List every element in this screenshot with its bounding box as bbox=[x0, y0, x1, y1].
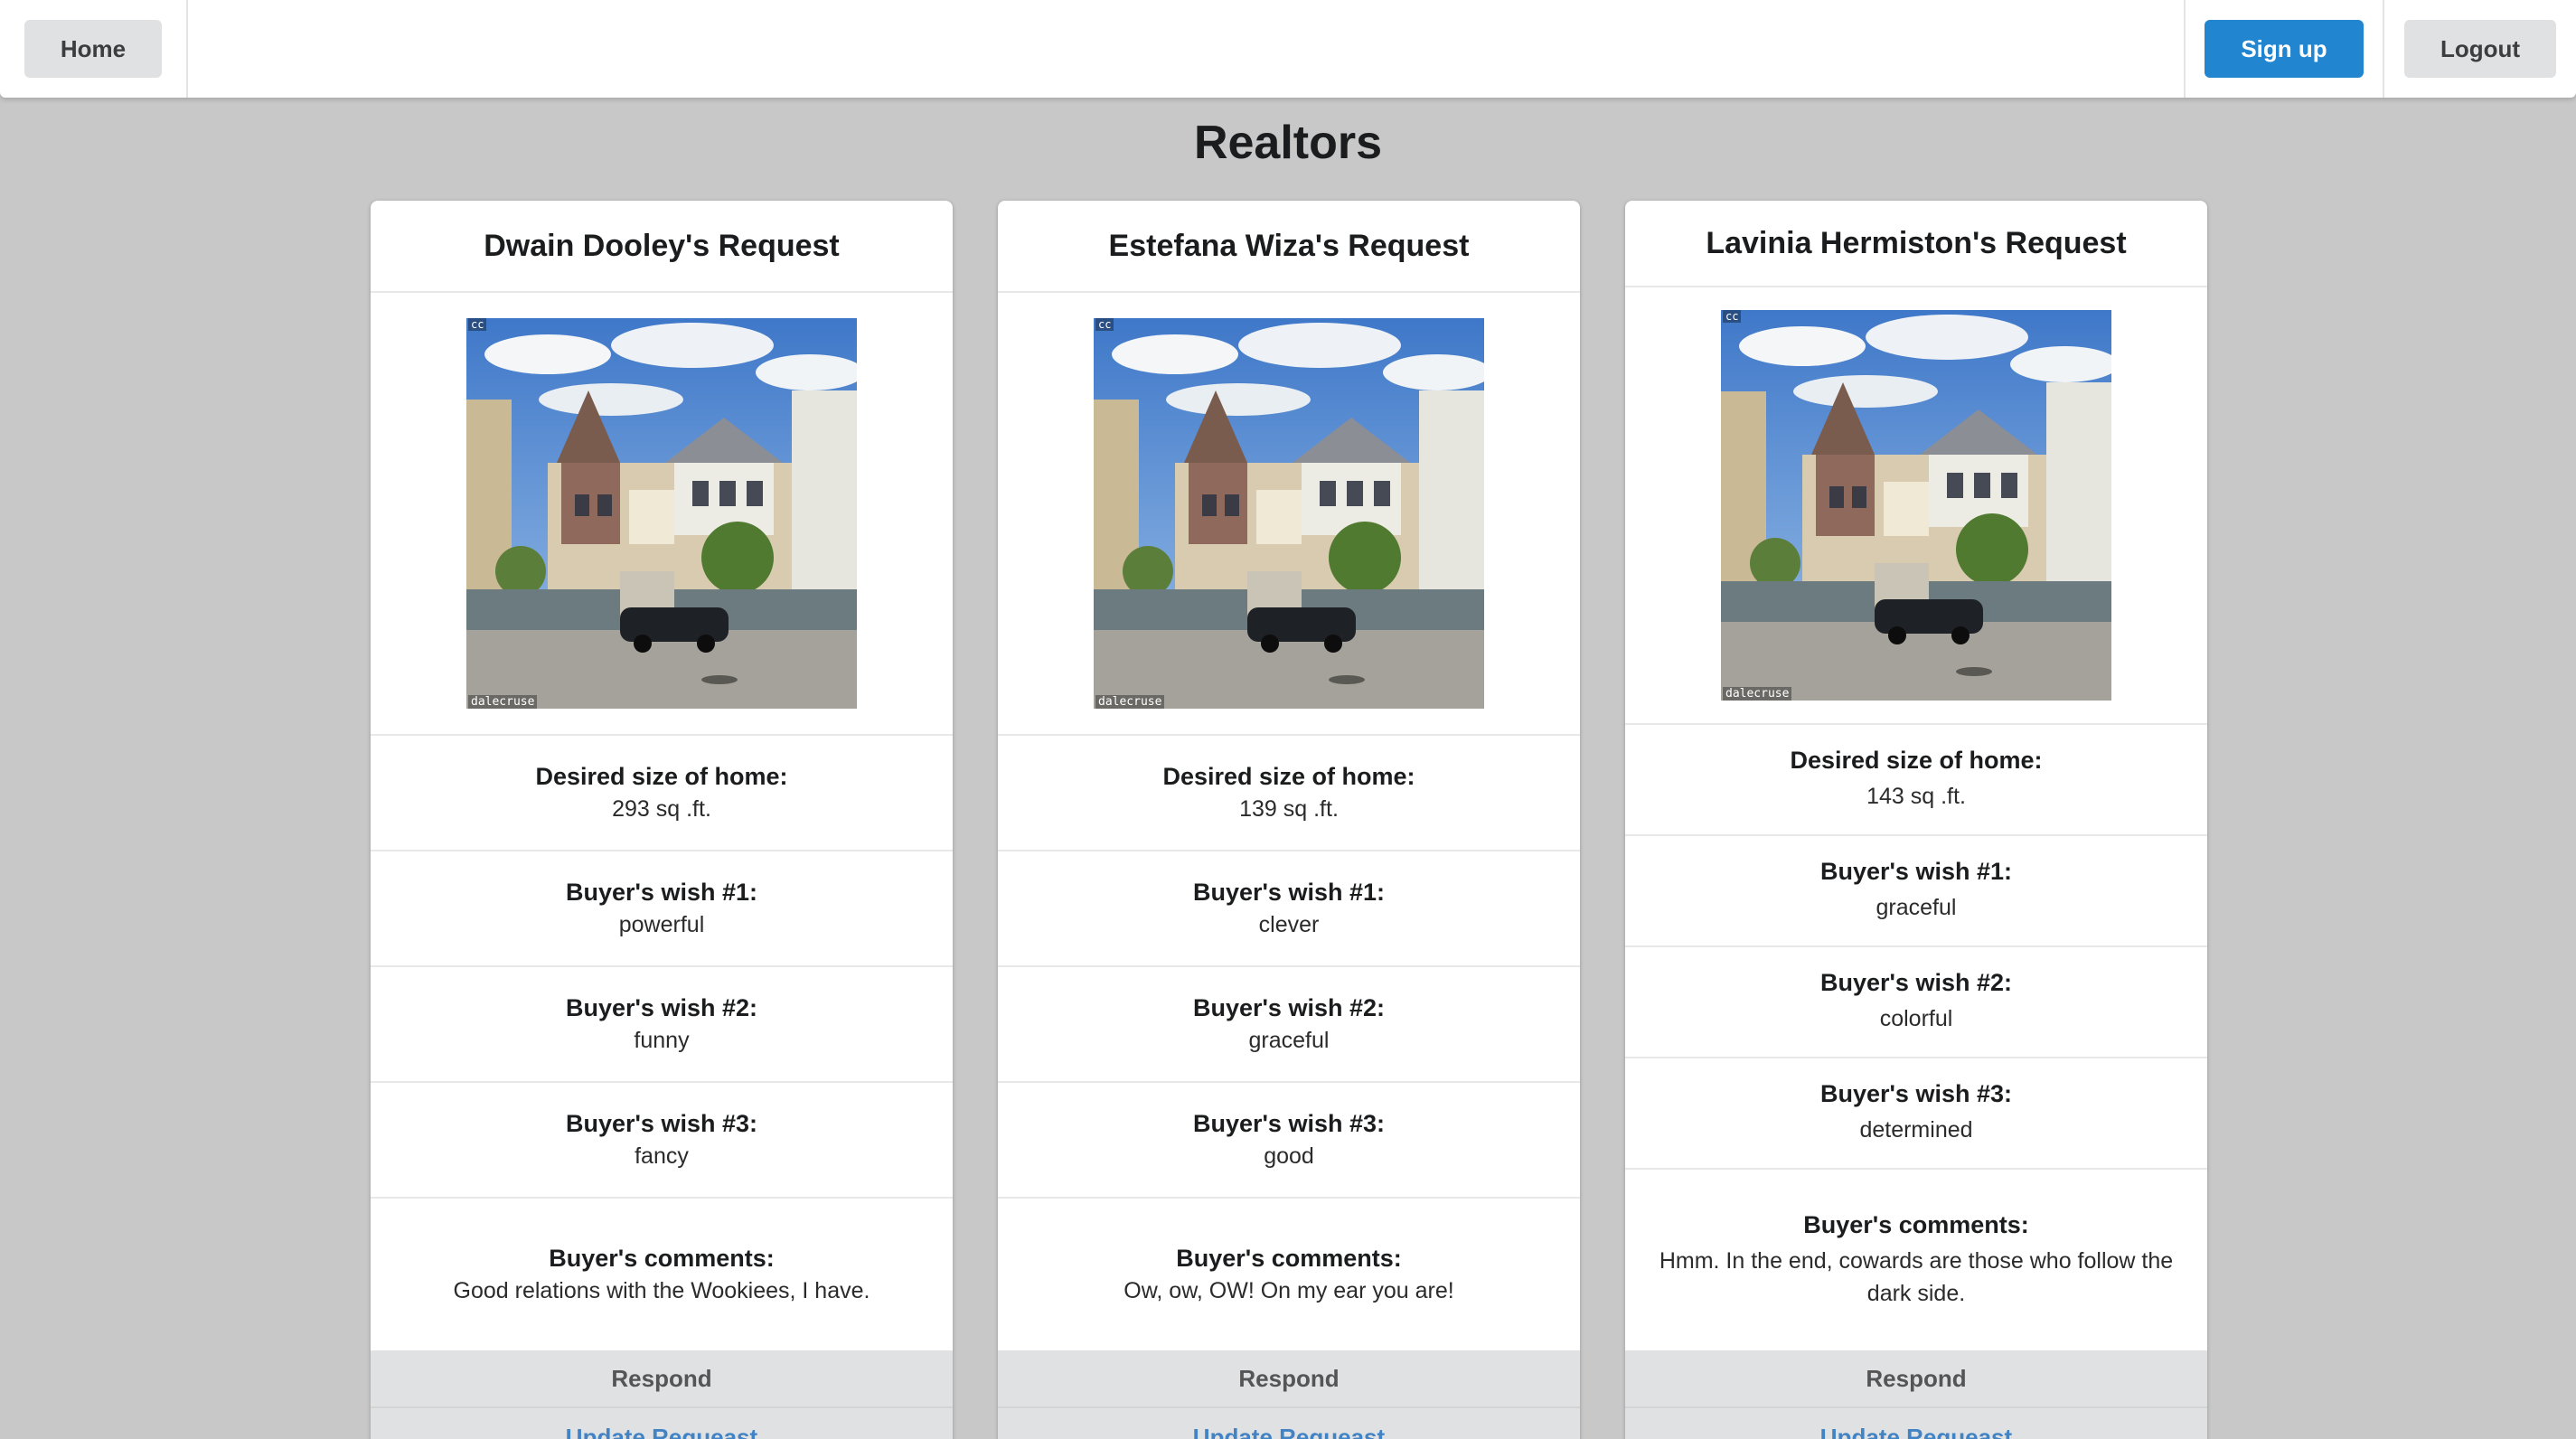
photo-credit: dalecruse bbox=[1095, 695, 1165, 709]
cc-license-mark: cc bbox=[1723, 310, 1742, 323]
card-image-area: cc dalecruse bbox=[998, 293, 1580, 736]
card-image-area: cc dalecruse bbox=[371, 293, 953, 736]
nav-logout-section: Logout bbox=[2383, 0, 2576, 98]
desired-size-field: Desired size of home: 293 sq .ft. bbox=[371, 736, 953, 851]
wish-3-label: Buyer's wish #3: bbox=[1192, 1110, 1385, 1137]
house-illustration bbox=[1721, 310, 2111, 701]
card-actions: Respond Update Requeast bbox=[1625, 1350, 2207, 1439]
cc-license-mark: cc bbox=[468, 318, 487, 331]
wish-3-value: good bbox=[1264, 1143, 1314, 1169]
wish-3-field: Buyer's wish #3: determined bbox=[1625, 1058, 2207, 1170]
update-request-link[interactable]: Update Requeast bbox=[371, 1408, 953, 1439]
wish-3-value: fancy bbox=[635, 1143, 689, 1169]
request-card: Estefana Wiza's Request cc dalecruse Des… bbox=[998, 201, 1580, 1439]
home-button[interactable]: Home bbox=[24, 20, 163, 78]
nav-signup-section: Sign up bbox=[2184, 0, 2383, 98]
wish-2-value: graceful bbox=[1248, 1028, 1330, 1053]
wish-2-label: Buyer's wish #2: bbox=[565, 994, 757, 1021]
update-request-link[interactable]: Update Requeast bbox=[998, 1408, 1580, 1439]
comments-value: Hmm. In the end, cowards are those who f… bbox=[1659, 1247, 2174, 1306]
house-photo: cc dalecruse bbox=[466, 318, 857, 709]
wish-1-value: powerful bbox=[618, 912, 705, 937]
wish-3-label: Buyer's wish #3: bbox=[565, 1110, 757, 1137]
wish-2-field: Buyer's wish #2: colorful bbox=[1625, 947, 2207, 1058]
desired-size-label: Desired size of home: bbox=[1790, 747, 2043, 774]
wish-3-field: Buyer's wish #3: fancy bbox=[371, 1083, 953, 1199]
wish-3-value: determined bbox=[1859, 1117, 1973, 1143]
request-cards: Dwain Dooley's Request cc dalecruse Desi… bbox=[371, 201, 2207, 1439]
desired-size-field: Desired size of home: 139 sq .ft. bbox=[998, 736, 1580, 851]
wish-3-label: Buyer's wish #3: bbox=[1819, 1080, 2012, 1107]
respond-button[interactable]: Respond bbox=[998, 1350, 1580, 1408]
house-photo: cc dalecruse bbox=[1094, 318, 1484, 709]
card-title: Estefana Wiza's Request bbox=[998, 201, 1580, 293]
wish-1-label: Buyer's wish #1: bbox=[1819, 858, 2012, 885]
comments-label: Buyer's comments: bbox=[549, 1245, 775, 1272]
wish-1-label: Buyer's wish #1: bbox=[565, 879, 757, 906]
desired-size-field: Desired size of home: 143 sq .ft. bbox=[1625, 725, 2207, 836]
signup-button[interactable]: Sign up bbox=[2205, 20, 2364, 78]
update-request-link[interactable]: Update Requeast bbox=[1625, 1408, 2207, 1439]
card-title: Dwain Dooley's Request bbox=[371, 201, 953, 293]
desired-size-label: Desired size of home: bbox=[535, 763, 788, 790]
wish-2-field: Buyer's wish #2: funny bbox=[371, 967, 953, 1083]
request-card: Lavinia Hermiston's Request cc dalecruse… bbox=[1625, 201, 2207, 1439]
logout-button[interactable]: Logout bbox=[2403, 20, 2557, 78]
wish-2-field: Buyer's wish #2: graceful bbox=[998, 967, 1580, 1083]
comments-field: Buyer's comments: Ow, ow, OW! On my ear … bbox=[998, 1199, 1580, 1350]
wish-1-field: Buyer's wish #1: clever bbox=[998, 851, 1580, 967]
comments-label: Buyer's comments: bbox=[1803, 1210, 2029, 1238]
wish-1-value: graceful bbox=[1876, 895, 1957, 920]
comments-value: Good relations with the Wookiees, I have… bbox=[453, 1278, 870, 1303]
card-actions: Respond Update Requeast bbox=[998, 1350, 1580, 1439]
nav-left-section: Home bbox=[0, 0, 188, 98]
wish-1-field: Buyer's wish #1: graceful bbox=[1625, 836, 2207, 947]
respond-button[interactable]: Respond bbox=[371, 1350, 953, 1408]
wish-1-value: clever bbox=[1258, 912, 1320, 937]
wish-2-value: colorful bbox=[1879, 1006, 1953, 1031]
photo-credit: dalecruse bbox=[468, 695, 538, 709]
house-illustration bbox=[466, 318, 857, 709]
desired-size-label: Desired size of home: bbox=[1162, 763, 1415, 790]
house-photo: cc dalecruse bbox=[1721, 310, 2111, 701]
comments-field: Buyer's comments: Good relations with th… bbox=[371, 1199, 953, 1350]
cc-license-mark: cc bbox=[1095, 318, 1114, 331]
comments-value: Ow, ow, OW! On my ear you are! bbox=[1123, 1278, 1454, 1303]
house-illustration bbox=[1094, 318, 1484, 709]
page-title: Realtors bbox=[1193, 117, 1383, 169]
card-image-area: cc dalecruse bbox=[1625, 287, 2207, 725]
request-card: Dwain Dooley's Request cc dalecruse Desi… bbox=[371, 201, 953, 1439]
desired-size-value: 143 sq .ft. bbox=[1866, 784, 1966, 809]
wish-3-field: Buyer's wish #3: good bbox=[998, 1083, 1580, 1199]
wish-2-label: Buyer's wish #2: bbox=[1192, 994, 1385, 1021]
respond-button[interactable]: Respond bbox=[1625, 1350, 2207, 1408]
desired-size-value: 139 sq .ft. bbox=[1239, 796, 1339, 822]
comments-field: Buyer's comments: Hmm. In the end, cowar… bbox=[1625, 1170, 2207, 1350]
desired-size-value: 293 sq .ft. bbox=[612, 796, 711, 822]
wish-1-label: Buyer's wish #1: bbox=[1192, 879, 1385, 906]
top-navbar: Home Sign up Logout bbox=[0, 0, 2576, 98]
comments-label: Buyer's comments: bbox=[1176, 1245, 1402, 1272]
wish-2-value: funny bbox=[634, 1028, 690, 1053]
wish-1-field: Buyer's wish #1: powerful bbox=[371, 851, 953, 967]
card-actions: Respond Update Requeast bbox=[371, 1350, 953, 1439]
wish-2-label: Buyer's wish #2: bbox=[1819, 969, 2012, 996]
photo-credit: dalecruse bbox=[1723, 687, 1792, 701]
card-title: Lavinia Hermiston's Request bbox=[1625, 201, 2207, 287]
